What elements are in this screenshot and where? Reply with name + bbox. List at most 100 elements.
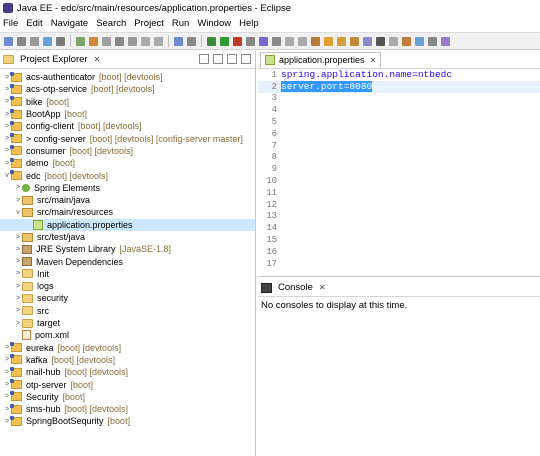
tree-item[interactable]: > mail-hub [boot] [devtools]: [0, 366, 255, 378]
tree-item[interactable]: > src/test/java: [0, 231, 255, 243]
menu-project[interactable]: Project: [131, 18, 169, 29]
code-line[interactable]: 10: [258, 175, 540, 187]
toolbar-button-icon[interactable]: [272, 36, 281, 46]
tree-item[interactable]: application.properties: [0, 218, 255, 231]
code-line[interactable]: 4: [258, 104, 540, 116]
toolbar-button-icon[interactable]: [428, 36, 437, 46]
toolbar-button-icon[interactable]: [376, 36, 385, 46]
code-editor[interactable]: 1 spring.application.name=ntbedc 2 server.p…: [258, 69, 540, 270]
tree-item[interactable]: > logs: [0, 280, 255, 292]
tree-item[interactable]: > consumer [boot] [devtools]: [0, 145, 255, 157]
code-line[interactable]: 7: [258, 140, 540, 152]
toolbar-button-icon[interactable]: [115, 36, 124, 46]
tree-item[interactable]: > demo [boot]: [0, 157, 255, 169]
tree-item[interactable]: > SpringBootSequrity [boot]: [0, 415, 255, 427]
code-line[interactable]: 3: [258, 93, 540, 105]
toolbar-button-icon[interactable]: [389, 36, 398, 46]
tree-item[interactable]: > BootApp [boot]: [0, 108, 255, 120]
minimize-icon[interactable]: [241, 54, 251, 64]
chevron-down-icon[interactable]: v: [14, 209, 22, 216]
tree-item[interactable]: > eureka [boot] [devtools]: [0, 342, 255, 354]
tree-item[interactable]: v src/main/resources: [0, 206, 255, 218]
toolbar-button-icon[interactable]: [141, 36, 150, 46]
close-icon[interactable]: ✕: [370, 56, 377, 65]
toolbar-button-icon[interactable]: [220, 36, 229, 46]
toolbar-button-icon[interactable]: [415, 36, 424, 46]
toolbar-button-icon[interactable]: [441, 36, 450, 46]
code-line[interactable]: 12: [258, 199, 540, 211]
close-icon[interactable]: ✕: [94, 55, 101, 64]
tree-item[interactable]: > target: [0, 317, 255, 329]
toolbar-button-icon[interactable]: [43, 36, 52, 46]
tree-item[interactable]: > JRE System Library [JavaSE-1.8]: [0, 243, 255, 255]
tree-item[interactable]: > sms-hub [boot] [devtools]: [0, 403, 255, 415]
menu-file[interactable]: File: [0, 18, 23, 29]
menu-navigate[interactable]: Navigate: [48, 18, 94, 29]
chevron-right-icon[interactable]: >: [14, 184, 22, 191]
chevron-right-icon[interactable]: >: [14, 283, 22, 290]
toolbar-button-icon[interactable]: [337, 36, 346, 46]
toolbar-button-icon[interactable]: [76, 36, 85, 46]
toolbar-button-icon[interactable]: [233, 36, 242, 46]
tree-item[interactable]: > bike [boot]: [0, 96, 255, 108]
toolbar-button-icon[interactable]: [30, 36, 39, 46]
tree-item[interactable]: > Security [boot]: [0, 391, 255, 403]
code-line[interactable]: 6: [258, 128, 540, 140]
project-explorer-tab[interactable]: Project Explorer ✕: [0, 51, 255, 69]
chevron-right-icon[interactable]: >: [14, 320, 22, 327]
menu-search[interactable]: Search: [93, 18, 131, 29]
code-line[interactable]: 9: [258, 163, 540, 175]
editor-tab-application-properties[interactable]: application.properties ✕: [260, 51, 382, 68]
toolbar-button-icon[interactable]: [56, 36, 65, 46]
code-line[interactable]: 13: [258, 211, 540, 223]
code-line[interactable]: 17: [258, 258, 540, 270]
toolbar-button-icon[interactable]: [324, 36, 333, 46]
toolbar-button-icon[interactable]: [187, 36, 196, 46]
chevron-right-icon[interactable]: >: [14, 258, 22, 265]
toolbar-button-icon[interactable]: [207, 36, 216, 46]
tree-item[interactable]: > Maven Dependencies: [0, 255, 255, 267]
code-line[interactable]: 2 server.port=8080: [258, 80, 540, 93]
chevron-right-icon[interactable]: >: [14, 197, 22, 204]
menu-run[interactable]: Run: [169, 18, 194, 29]
toolbar-button-icon[interactable]: [285, 36, 294, 46]
tree-item[interactable]: > otp-server [boot]: [0, 378, 255, 390]
code-line[interactable]: 5: [258, 116, 540, 128]
toolbar-button-icon[interactable]: [89, 36, 98, 46]
tree-item[interactable]: pom.xml: [0, 329, 255, 341]
toolbar-button-icon[interactable]: [128, 36, 137, 46]
toolbar-button-icon[interactable]: [246, 36, 255, 46]
code-line[interactable]: 16: [258, 246, 540, 258]
chevron-right-icon[interactable]: >: [14, 246, 22, 253]
tree-item[interactable]: > acs-otp-service [boot] [devtools]: [0, 83, 255, 95]
tree-item[interactable]: v edc [boot] [devtools]: [0, 169, 255, 181]
toolbar-button-icon[interactable]: [402, 36, 411, 46]
chevron-right-icon[interactable]: >: [14, 234, 22, 241]
close-icon[interactable]: ✕: [319, 283, 326, 292]
code-line[interactable]: 8: [258, 152, 540, 164]
menu-help[interactable]: Help: [236, 18, 264, 29]
tree-item[interactable]: > acs-authenticator [boot] [devtools]: [0, 71, 255, 83]
chevron-right-icon[interactable]: >: [14, 295, 22, 302]
tree-item[interactable]: > Init: [0, 268, 255, 280]
tree-item[interactable]: > Spring Elements: [0, 182, 255, 194]
toolbar-button-icon[interactable]: [259, 36, 268, 46]
tree-item[interactable]: > src: [0, 305, 255, 317]
toolbar-button-icon[interactable]: [4, 36, 13, 46]
menu-window[interactable]: Window: [194, 18, 236, 29]
toolbar-button-icon[interactable]: [350, 36, 359, 46]
view-menu-icon[interactable]: [227, 54, 237, 64]
toolbar-button-icon[interactable]: [174, 36, 183, 46]
tree-item[interactable]: > config-client [boot] [devtools]: [0, 120, 255, 132]
code-line[interactable]: 1 spring.application.name=ntbedc: [258, 69, 540, 81]
collapse-all-icon[interactable]: [199, 54, 209, 64]
link-with-editor-icon[interactable]: [213, 54, 223, 64]
chevron-right-icon[interactable]: >: [14, 270, 22, 277]
tree-item[interactable]: > src/main/java: [0, 194, 255, 206]
toolbar-button-icon[interactable]: [298, 36, 307, 46]
toolbar-button-icon[interactable]: [17, 36, 26, 46]
console-tab[interactable]: Console ✕: [258, 279, 540, 297]
toolbar-button-icon[interactable]: [102, 36, 111, 46]
tree-item[interactable]: > > config-server [boot] [devtools] [confi…: [0, 132, 255, 144]
toolbar-button-icon[interactable]: [154, 36, 163, 46]
